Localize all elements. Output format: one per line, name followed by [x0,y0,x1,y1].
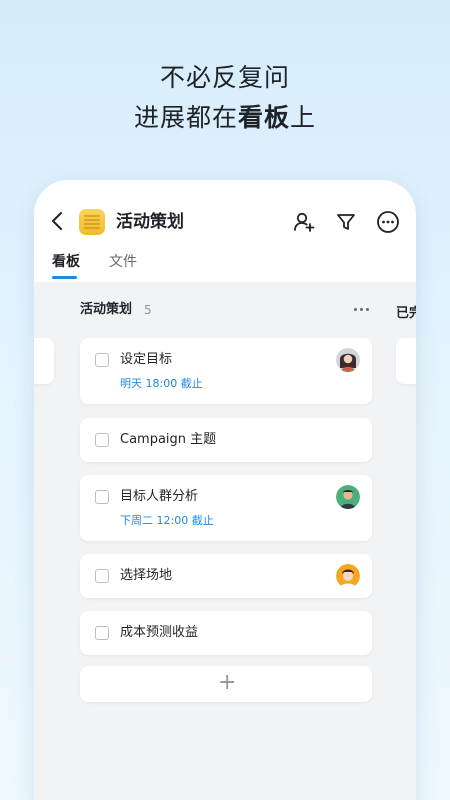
task-checkbox[interactable] [95,626,109,640]
tab-bar: 看板 文件 [34,252,416,282]
task-due: 明天 18:00 截止 [120,377,203,390]
more-icon[interactable] [376,210,400,234]
task-title: 成本预测收益 [120,625,199,640]
headline-line2-prefix: 进展都在 [133,103,238,132]
column-count: 5 [144,303,152,317]
headline-line2-bold: 看板 [237,103,290,132]
app-bar: 活动策划 [34,180,416,240]
tab-active-indicator [52,276,77,279]
tab-board[interactable]: 看板 [52,252,80,272]
task-checkbox[interactable] [95,433,109,447]
next-column-title: 已完 [396,306,416,321]
column-header: 活动策划 5 [80,300,372,322]
next-column-card[interactable] [396,338,416,384]
headline-line2-suffix: 上 [290,103,317,132]
task-due: 下周二 12:00 截止 [120,514,214,527]
previous-column-card[interactable] [34,338,54,384]
board-column: 活动策划 5 设定目标 明天 18:00 截止 Campaign 主题 目标人群… [80,282,372,800]
add-member-icon[interactable] [292,210,316,234]
task-title: 选择场地 [120,568,173,583]
task-card[interactable]: 目标人群分析 下周二 12:00 截止 [80,475,372,541]
task-card[interactable]: Campaign 主题 [80,418,372,462]
task-card[interactable]: 选择场地 [80,554,372,598]
project-icon [79,209,105,235]
project-title: 活动策划 [116,212,184,232]
task-checkbox[interactable] [95,353,109,367]
kanban-board[interactable]: 已完 活动策划 5 设定目标 明天 18:00 截止 Campaign 主题 目… [34,282,416,800]
back-icon[interactable] [48,210,68,232]
tab-files[interactable]: 文件 [109,252,137,272]
add-card-button[interactable]: + [80,666,372,702]
more-horizontal-icon[interactable] [354,308,370,312]
headline-line1: 不必反复问 [159,63,290,92]
task-card[interactable]: 成本预测收益 [80,611,372,655]
task-title: 设定目标 [120,352,173,367]
task-checkbox[interactable] [95,569,109,583]
plus-icon: + [218,670,237,695]
task-checkbox[interactable] [95,490,109,504]
phone-screen: 活动策划 看板 文件 已完 活动策划 5 设定目标 明天 18:00 截止 Ca… [34,180,416,800]
headline-line2: 进展都在看板上 [0,98,450,138]
avatar[interactable] [336,564,360,588]
avatar[interactable] [336,348,360,372]
headline: 不必反复问 进展都在看板上 [0,58,450,138]
column-title: 活动策划 [80,302,133,317]
task-title: Campaign 主题 [120,432,217,447]
avatar[interactable] [336,485,360,509]
filter-icon[interactable] [334,210,358,234]
task-card[interactable]: 设定目标 明天 18:00 截止 [80,338,372,404]
task-title: 目标人群分析 [120,489,199,504]
